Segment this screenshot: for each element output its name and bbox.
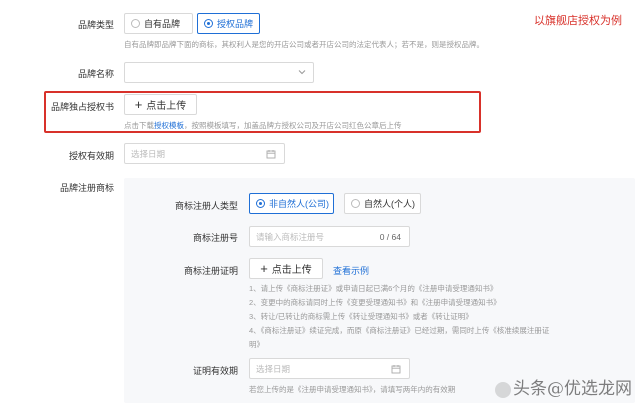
brand-name-label: 品牌名称 [77, 69, 114, 79]
certificate-upload-button[interactable]: + 点击上传 [249, 258, 323, 279]
annotation-text: 以旗舰店授权为例 [534, 15, 622, 27]
plus-icon: + [260, 261, 268, 276]
watermark-text: 头条@优选龙网 [513, 379, 632, 399]
holder-type-option-company-label: 非自然人(公司) [269, 199, 329, 209]
note-item: 1、请上传《商标注册证》或申请日起已满6个月的《注册申请受理通知书》 [249, 284, 498, 293]
cert-validity-label: 证明有效期 [192, 366, 238, 376]
radio-selected-icon [256, 199, 265, 208]
auth-validity-date-input[interactable]: 选择日期 [124, 143, 285, 164]
holder-type-option-individual-label: 自然人(个人) [364, 199, 415, 209]
exclusive-auth-upload-label: 点击上传 [146, 101, 187, 112]
note-item: 明》 [249, 340, 264, 349]
note-item: 4、《商标注册证》续证完成，而原《商标注册证》已经过期，需同时上传《核准续展注册… [249, 326, 550, 335]
radio-icon [351, 199, 360, 208]
download-template-link[interactable]: 授权模板 [154, 121, 184, 130]
exclusive-auth-hint-pre: 点击下载 [124, 121, 154, 130]
note-item: 2、变更中的商标请同时上传《变更受理通知书》和《注册申请受理通知书》 [249, 298, 501, 307]
calendar-icon [391, 365, 401, 374]
radio-selected-icon [204, 19, 213, 28]
brand-type-option-own[interactable]: 自有品牌 [124, 13, 193, 34]
reg-no-placeholder: 请输入商标注册号 [256, 231, 325, 242]
auth-validity-placeholder: 选择日期 [131, 148, 166, 159]
note-item: 3、转让/已转让的商标需上传《转让受理通知书》或者《转让证明》 [249, 312, 473, 321]
cert-validity-hint: 若您上传的是《注册申请受理通知书》，请填写两年内的有效期 [249, 385, 456, 394]
holder-type-option-individual[interactable]: 自然人(个人) [344, 193, 421, 214]
radio-icon [131, 19, 140, 28]
trademark-label: 品牌注册商标 [59, 183, 114, 193]
holder-type-label: 商标注册人类型 [174, 201, 238, 211]
certificate-upload-label: 点击上传 [271, 265, 312, 276]
view-example-link[interactable]: 查看示例 [333, 264, 369, 277]
brand-type-option-authorized[interactable]: 授权品牌 [197, 13, 260, 34]
cert-validity-placeholder: 选择日期 [256, 363, 291, 374]
calendar-icon [266, 150, 276, 159]
plus-icon: + [134, 97, 143, 112]
reg-no-label: 商标注册号 [192, 233, 238, 243]
holder-type-option-company[interactable]: 非自然人(公司) [249, 193, 334, 214]
certificate-label: 商标注册证明 [183, 266, 238, 276]
chevron-down-icon [298, 70, 306, 75]
watermark-logo-icon [495, 381, 511, 398]
brand-type-option-authorized-label: 授权品牌 [217, 19, 254, 29]
certificate-notes: 1、请上传《商标注册证》或申请日起已满6个月的《注册申请受理通知书》 2、变更中… [249, 282, 549, 352]
exclusive-auth-upload-button[interactable]: + 点击上传 [124, 94, 197, 115]
exclusive-auth-hint: 点击下载授权模板，按照模板填写，加盖品牌方授权公司及开店公司红色公章后上传 [124, 120, 402, 131]
watermark: 头条@优选龙网 [495, 374, 632, 399]
brand-type-label: 品牌类型 [77, 20, 114, 30]
brand-type-option-own-label: 自有品牌 [144, 19, 181, 29]
brand-type-hint: 自有品牌即品牌下面的商标，其权利人是您的开店公司或者开店公司的法定代表人；若不是… [124, 40, 484, 49]
brand-name-select[interactable] [124, 62, 314, 83]
auth-validity-label: 授权有效期 [68, 151, 114, 161]
exclusive-auth-label: 品牌独占授权书 [50, 102, 114, 112]
reg-no-input[interactable]: 请输入商标注册号 0 / 64 [249, 226, 410, 247]
cert-validity-date-input[interactable]: 选择日期 [249, 358, 410, 379]
exclusive-auth-hint-post: ，按照模板填写，加盖品牌方授权公司及开店公司红色公章后上传 [184, 121, 402, 130]
reg-no-counter: 0 / 64 [379, 232, 401, 242]
